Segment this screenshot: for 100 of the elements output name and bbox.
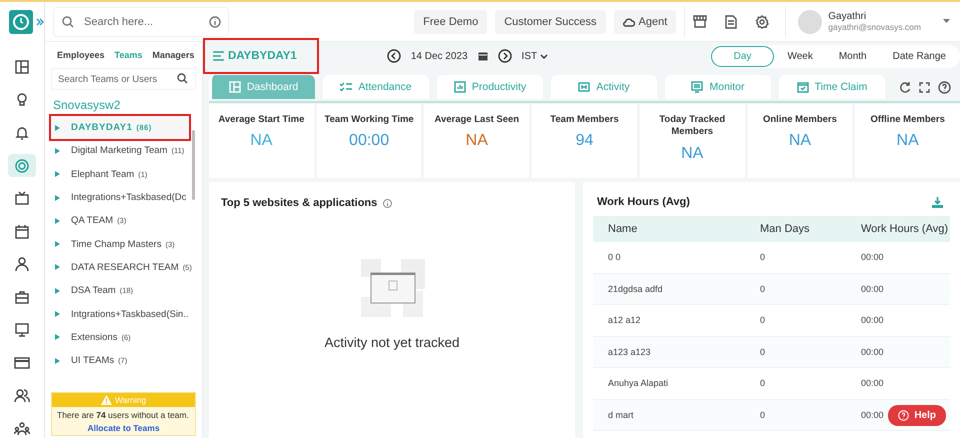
chevron-down-icon[interactable] — [540, 54, 548, 58]
expand-triangle-icon[interactable] — [55, 311, 60, 318]
table-cell: 0 — [760, 410, 766, 420]
dropdown-caret-icon[interactable] — [943, 19, 950, 24]
table-cell: 21dgdsa adfd — [608, 284, 663, 294]
clock-logo-icon[interactable] — [9, 10, 33, 34]
help-button[interactable]: Help — [888, 405, 946, 426]
scrollbar-thumb[interactable] — [192, 130, 195, 200]
sidebar-tab[interactable]: Employees — [57, 50, 105, 60]
expand-triangle-icon[interactable] — [55, 241, 60, 248]
table-cell: 0 — [760, 252, 766, 262]
team-name: Extensions — [71, 332, 118, 343]
table-cell: d mart — [608, 410, 634, 420]
dashboard-icon[interactable] — [14, 59, 30, 76]
fullscreen-icon[interactable] — [919, 82, 930, 92]
expand-triangle-icon[interactable] — [55, 148, 60, 154]
table-cell: a12 a12 — [608, 315, 641, 326]
search-icon[interactable] — [62, 16, 74, 28]
top-button[interactable]: Free Demo — [414, 10, 488, 34]
expand-triangle-icon[interactable] — [55, 124, 60, 131]
settings-icon[interactable] — [755, 14, 770, 28]
info-icon[interactable] — [209, 16, 221, 28]
period-tab[interactable]: Month — [826, 46, 880, 66]
warning-message: There are 74 users without a team. — [56, 408, 190, 422]
briefcase-icon[interactable] — [14, 289, 30, 306]
table-cell: 00:00 — [861, 315, 884, 326]
credit-card-icon[interactable] — [14, 354, 30, 371]
bell-icon[interactable] — [14, 125, 30, 142]
calendar-check-icon[interactable] — [796, 81, 809, 93]
expand-triangle-icon[interactable] — [55, 194, 60, 201]
info-icon[interactable] — [383, 198, 392, 208]
previous-icon[interactable] — [386, 49, 401, 63]
cloud-icon[interactable] — [622, 16, 635, 26]
user-email: gayathri@snovasys.com — [828, 22, 921, 32]
allocate-link[interactable]: Allocate to Teams — [52, 423, 195, 435]
stat-value: 00:00 — [349, 132, 390, 150]
team-name: Digital Marketing Team — [71, 145, 168, 156]
team-name: Integrations+Taskbased(Dc — [71, 192, 186, 204]
team-name: DSA Team — [71, 285, 116, 296]
column-header: Work Hours (Avg) — [860, 223, 950, 235]
stat-label: Offline Members — [869, 114, 946, 126]
top-button[interactable]: Agent — [614, 10, 676, 34]
table-cell: 0 — [760, 378, 766, 388]
user-name: Gayathri — [828, 11, 868, 22]
table-cell: Anuhya Alapati — [608, 378, 668, 388]
table-cell: 0 0 — [608, 252, 621, 262]
period-tab[interactable]: Date Range — [880, 46, 959, 66]
team-name: DATA RESEARCH TEAM — [71, 262, 179, 273]
target-icon[interactable] — [14, 158, 30, 174]
expand-triangle-icon[interactable] — [55, 218, 60, 224]
team-title-text: DAYBYDAY1 — [228, 50, 297, 62]
expand-chevrons-icon[interactable] — [36, 18, 46, 26]
chart-icon[interactable] — [454, 81, 466, 93]
team-name: QA TEAM — [71, 215, 114, 226]
download-icon[interactable] — [932, 196, 943, 208]
panel-title: Top 5 websites & applications — [221, 197, 378, 209]
monitor-icon[interactable] — [14, 322, 30, 338]
date-text: 14 Dec 2023 — [410, 50, 468, 62]
period-tab[interactable]: Week — [774, 46, 826, 66]
stat-value: 94 — [576, 132, 594, 150]
stat-label: Team Working Time — [323, 114, 415, 126]
team-search-field[interactable]: Search Teams or Users — [51, 68, 196, 90]
top-button[interactable]: Customer Success — [495, 10, 606, 34]
expand-triangle-icon[interactable] — [55, 288, 60, 294]
timezone-dropdown[interactable]: IST — [522, 50, 548, 62]
ticket-icon[interactable] — [578, 81, 590, 93]
team-name: UI TEAMs — [71, 355, 114, 366]
stat-label: Average Start Time — [217, 114, 306, 126]
document-icon[interactable] — [725, 14, 738, 28]
people-icon[interactable] — [14, 388, 30, 404]
checklist-icon[interactable] — [340, 81, 352, 93]
stat-value: NA — [896, 132, 919, 150]
calendar-icon[interactable] — [478, 51, 488, 61]
team-item[interactable]: Intgrations+Taskbased(Sin.. — [51, 302, 189, 326]
tv-icon[interactable] — [14, 190, 30, 207]
stat-value: NA — [788, 132, 812, 150]
refresh-icon[interactable] — [899, 81, 911, 93]
sidebar-tab[interactable]: Managers — [152, 50, 194, 60]
column-header: Name — [607, 223, 638, 235]
help-icon[interactable] — [938, 80, 951, 94]
team-icon[interactable] — [14, 420, 30, 437]
expand-triangle-icon[interactable] — [55, 358, 60, 364]
stat-value: NA — [250, 132, 272, 150]
store-icon[interactable] — [693, 15, 708, 28]
table-cell: 00:00 — [861, 346, 884, 357]
expand-triangle-icon[interactable] — [55, 171, 60, 178]
next-icon[interactable] — [498, 49, 512, 63]
team-item[interactable]: Integrations+Taskbased(Dc — [51, 186, 189, 210]
stat-value: NA — [466, 132, 488, 150]
stat-label: Average Last Seen — [433, 114, 520, 126]
column-header: Man Days — [759, 223, 811, 235]
expand-triangle-icon[interactable] — [55, 334, 60, 340]
table-cell: 0 — [760, 315, 766, 326]
table-cell: a123 a123 — [608, 346, 651, 357]
expand-triangle-icon[interactable] — [55, 264, 60, 270]
search-icon[interactable] — [177, 73, 188, 84]
search-field[interactable]: Search here... — [53, 6, 229, 36]
person-icon[interactable] — [14, 256, 30, 272]
menu-icon[interactable] — [213, 51, 224, 61]
calendar-icon[interactable] — [14, 224, 30, 240]
